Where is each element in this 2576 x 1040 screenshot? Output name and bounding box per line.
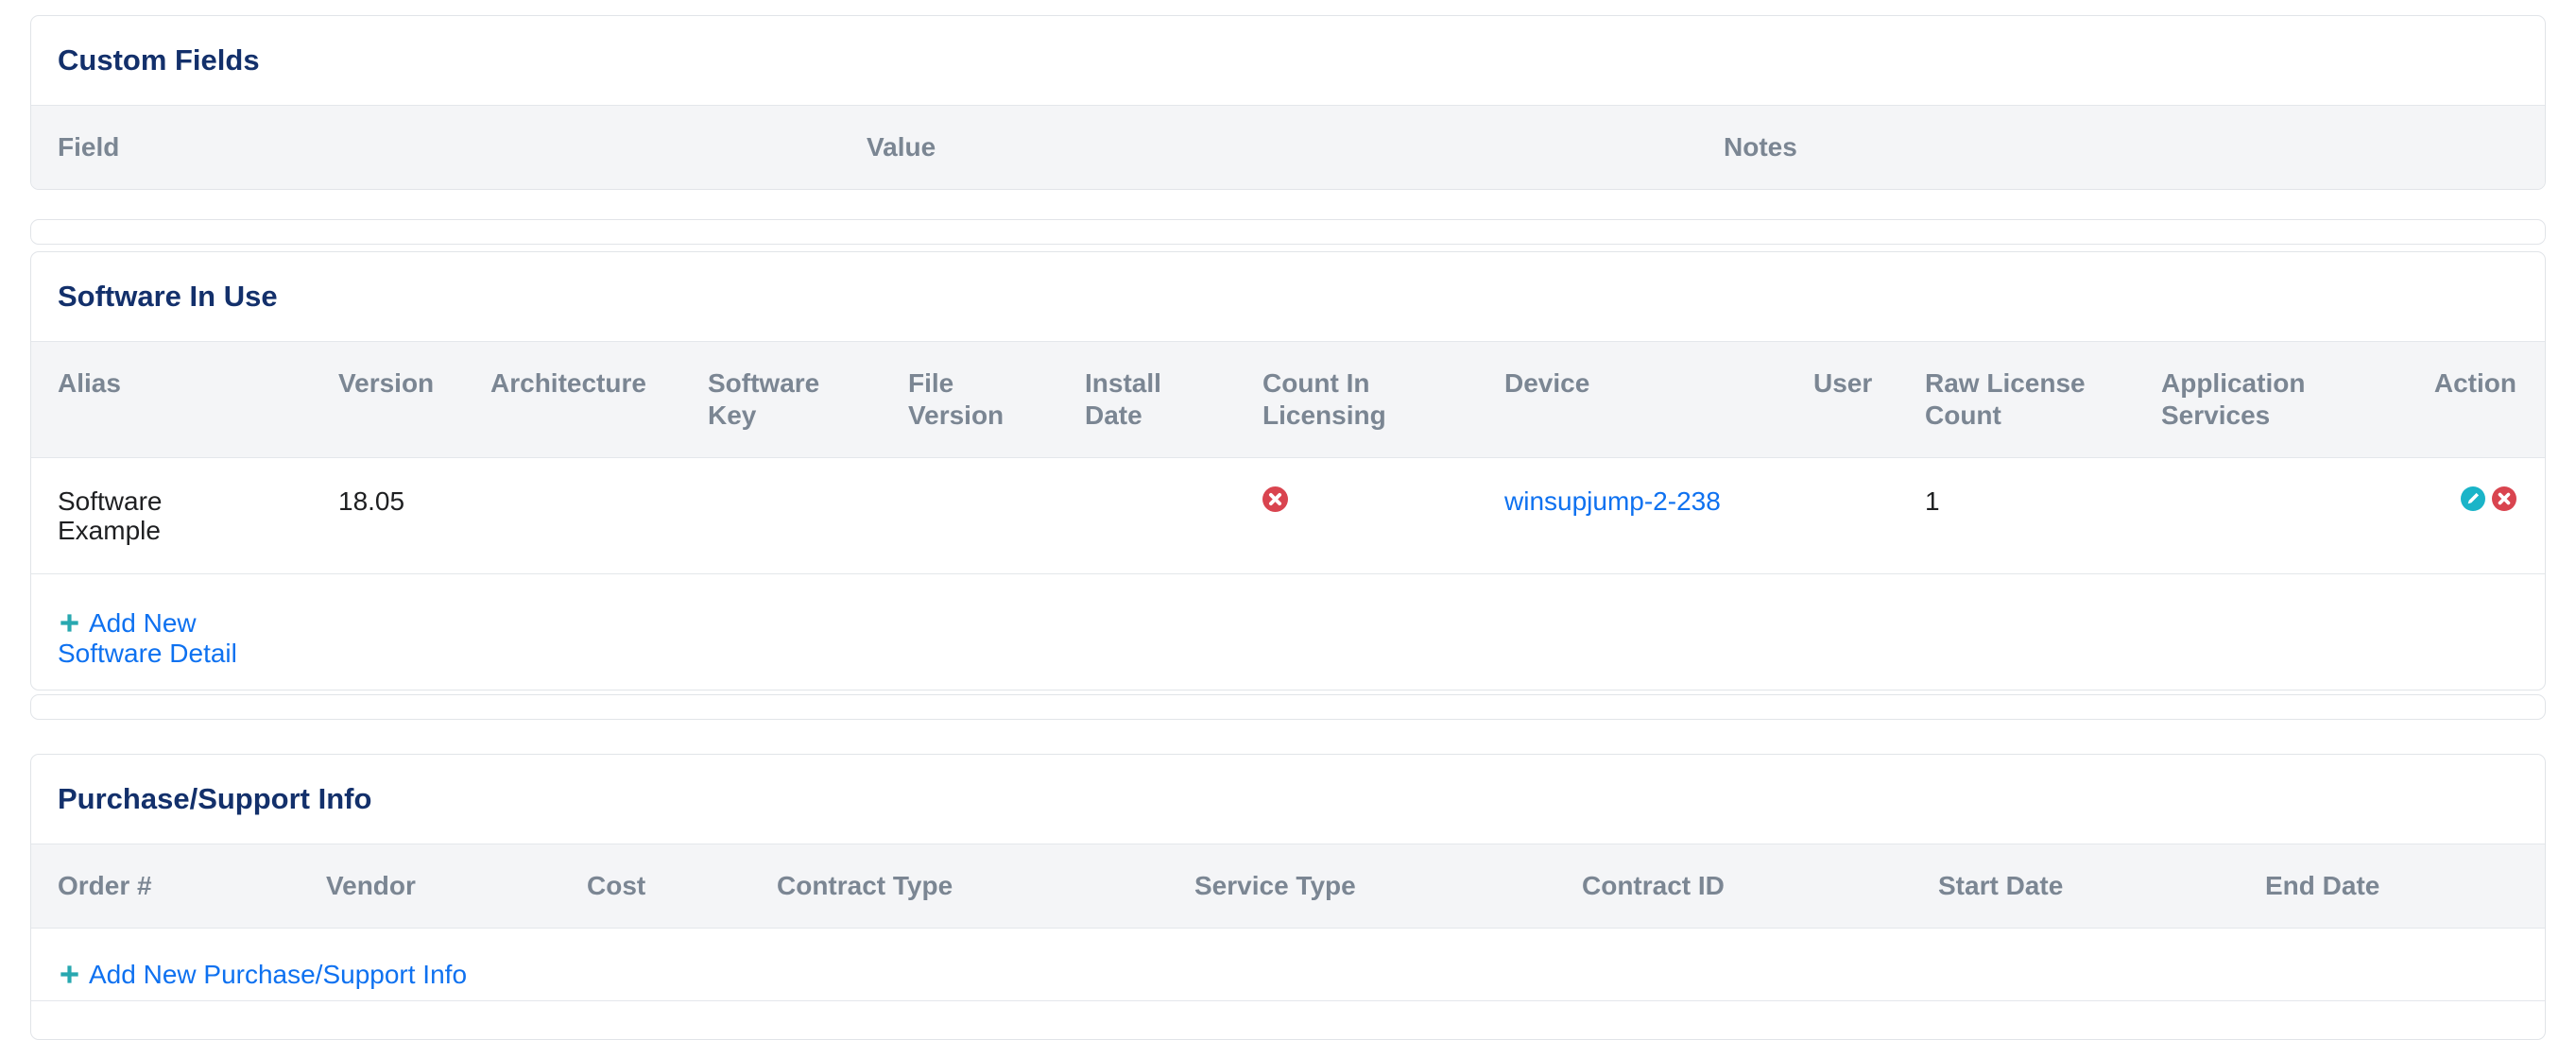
cell-application-services: [2135, 458, 2379, 574]
column-header-file-version: File Version: [882, 342, 1058, 458]
add-software-cell: Add New Software Detail: [31, 574, 2545, 690]
cell-raw-license-count: 1: [1898, 458, 2135, 574]
alias-text: Software Example: [58, 486, 209, 545]
add-purchase-row: Add New Purchase/Support Info: [31, 928, 2545, 1001]
column-header-version: Version: [312, 342, 464, 458]
empty-panel: [30, 694, 2546, 720]
column-header-vendor: Vendor: [300, 844, 560, 929]
purchase-support-info-title: Purchase/Support Info: [31, 755, 2545, 844]
purchase-support-table: Order # Vendor Cost Contract Type Servic…: [31, 844, 2545, 928]
column-header-contract-type: Contract Type: [750, 844, 1168, 929]
column-header-application-services: Application Services: [2135, 342, 2379, 458]
column-header-service-type: Service Type: [1168, 844, 1555, 929]
column-header-architecture: Architecture: [464, 342, 681, 458]
cell-architecture: [464, 458, 681, 574]
column-header-field: Field: [31, 106, 840, 190]
column-header-contract-id: Contract ID: [1555, 844, 1912, 929]
times-circle-icon: [1262, 486, 1288, 512]
cell-version: 18.05: [312, 458, 464, 574]
edit-icon[interactable]: [2461, 486, 2485, 511]
asset-detail-page: Custom Fields Field Value Notes Software…: [0, 0, 2576, 1040]
add-new-purchase-support-info-label: Add New Purchase/Support Info: [89, 960, 467, 989]
cell-install-date: [1058, 458, 1236, 574]
column-header-action: Action: [2379, 342, 2545, 458]
software-row: Software Example 18.05: [31, 458, 2545, 574]
column-header-raw-license-count: Raw License Count: [1898, 342, 2135, 458]
column-header-start-date: Start Date: [1912, 844, 2239, 929]
custom-fields-card: Custom Fields Field Value Notes: [30, 15, 2546, 190]
column-header-value: Value: [840, 106, 1697, 190]
add-new-software-detail-link[interactable]: Add New Software Detail: [58, 608, 264, 669]
software-header-row: Alias Version Architecture Software Key …: [31, 342, 2545, 458]
column-header-notes: Notes: [1697, 106, 2545, 190]
software-in-use-title: Software In Use: [31, 252, 2545, 341]
cell-device: winsupjump-2-238: [1478, 458, 1787, 574]
column-header-install-date: Install Date: [1058, 342, 1236, 458]
column-header-cost: Cost: [560, 844, 750, 929]
cell-count-in-licensing: [1236, 458, 1478, 574]
cell-user: [1787, 458, 1898, 574]
column-header-software-key: Software Key: [681, 342, 882, 458]
column-header-end-date: End Date: [2239, 844, 2545, 929]
purchase-header-row: Order # Vendor Cost Contract Type Servic…: [31, 844, 2545, 929]
plus-icon: [58, 611, 81, 635]
cell-software-key: [681, 458, 882, 574]
column-header-order-number: Order #: [31, 844, 300, 929]
add-new-purchase-support-info-link[interactable]: Add New Purchase/Support Info: [58, 960, 467, 989]
cell-alias: Software Example: [31, 458, 312, 574]
custom-fields-header-row: Field Value Notes: [31, 106, 2545, 190]
delete-icon[interactable]: [2492, 486, 2516, 511]
device-link[interactable]: winsupjump-2-238: [1504, 486, 1721, 516]
add-software-row: Add New Software Detail: [31, 574, 2545, 690]
column-header-device: Device: [1478, 342, 1787, 458]
custom-fields-table: Field Value Notes: [31, 105, 2545, 189]
purchase-support-info-card: Purchase/Support Info Order # Vendor Cos…: [30, 754, 2546, 1040]
cell-action: [2379, 458, 2545, 574]
column-header-alias: Alias: [31, 342, 312, 458]
software-in-use-card: Software In Use Alias Version Architectu…: [30, 251, 2546, 690]
plus-icon: [58, 963, 81, 986]
custom-fields-title: Custom Fields: [31, 16, 2545, 105]
software-in-use-table: Alias Version Architecture Software Key …: [31, 341, 2545, 690]
column-header-count-in-licensing: Count In Licensing: [1236, 342, 1478, 458]
column-header-user: User: [1787, 342, 1898, 458]
cell-file-version: [882, 458, 1058, 574]
empty-panel: [30, 219, 2546, 245]
add-new-software-detail-label: Add New Software Detail: [58, 608, 237, 668]
